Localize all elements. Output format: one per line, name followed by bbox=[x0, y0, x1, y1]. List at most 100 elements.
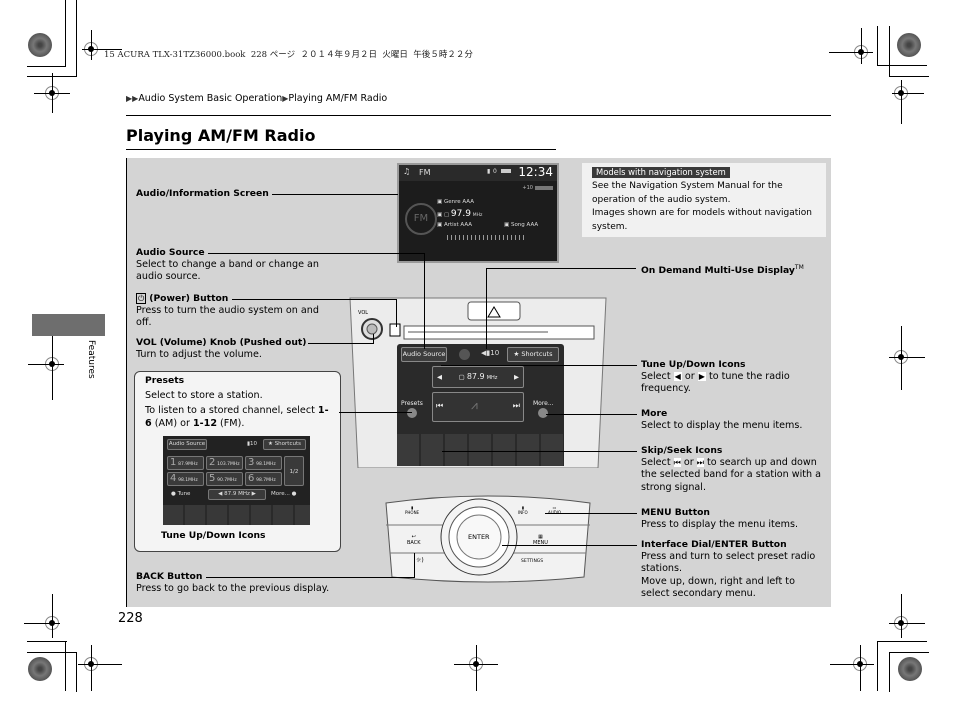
print-header-note: 15 ACURA TLX-31TZ36000.book 228 ページ ２０１４… bbox=[104, 50, 473, 60]
bluetooth-status-icon: ▮ bbox=[487, 168, 491, 175]
crop-mark bbox=[830, 664, 874, 665]
crop-mark bbox=[889, 623, 925, 624]
leader-line bbox=[272, 194, 398, 195]
leader-line bbox=[339, 412, 412, 413]
tuning-scale bbox=[447, 235, 525, 240]
tune-down-icon[interactable]: ◀ bbox=[437, 367, 442, 387]
breadcrumb-arrows: ▶▶ bbox=[126, 94, 139, 103]
battery-signal-icon bbox=[501, 169, 511, 173]
panel-left-border bbox=[126, 158, 127, 607]
frequency-value: ▢ 87.9 MHz bbox=[458, 372, 498, 381]
mini-preset-6: 6 98.7MHz bbox=[245, 472, 282, 486]
callout-desc: Select to change a band or change an aud… bbox=[136, 259, 319, 283]
side-tab[interactable] bbox=[32, 314, 105, 336]
title-rule bbox=[126, 149, 556, 150]
callout-skip-seek-icons: Skip/Seek Icons Select ⏮ or ⏭ to search … bbox=[641, 445, 826, 494]
info-screen-frequency: ▣ ▢ 97.9 MHz bbox=[437, 209, 483, 219]
callout-back-button: BACK Button Press to go back to the prev… bbox=[136, 571, 386, 595]
callout-desc: Turn to adjust the volume. bbox=[136, 349, 262, 360]
leader-line bbox=[486, 268, 636, 269]
back-button[interactable]: ↩ BACK bbox=[407, 534, 421, 546]
crop-mark bbox=[892, 93, 924, 94]
settings-button[interactable]: SETTINGS bbox=[521, 559, 543, 564]
on-demand-multi-use-display: Audio Source ◀▮10 ★ Shortcuts ◀ ▢ 87.9 M… bbox=[397, 344, 564, 466]
shortcuts-button[interactable]: ★ Shortcuts bbox=[507, 347, 559, 362]
page-number: 228 bbox=[118, 611, 143, 626]
info-screen-status-count: 0 bbox=[493, 168, 497, 175]
fm-logo-icon: FM bbox=[405, 203, 437, 235]
crop-mark bbox=[860, 645, 861, 691]
leader-line bbox=[441, 365, 515, 366]
crop-mark bbox=[76, 652, 77, 692]
voice-button[interactable]: ☼) bbox=[416, 557, 424, 564]
mini-page-indicator: 1/2 bbox=[284, 456, 304, 486]
callout-desc: Press to display the menu items. bbox=[641, 519, 799, 530]
presets-button[interactable]: Presets bbox=[401, 400, 423, 419]
more-button[interactable]: More... bbox=[533, 400, 554, 419]
callout-title: On Demand Multi-Use Display bbox=[641, 265, 795, 277]
info-screen-artist: ▣ Artist AAA bbox=[437, 222, 473, 228]
tune-down-inline-icon: ◀ bbox=[673, 372, 682, 381]
mini-shortcuts-button: ★ Shortcuts bbox=[263, 439, 306, 450]
callout-vol-knob: VOL (Volume) Knob (Pushed out) Turn to a… bbox=[136, 337, 336, 361]
mini-frequency: ◀ 87.9 MHz ▶ bbox=[208, 489, 266, 500]
crop-mark bbox=[889, 357, 925, 358]
crop-mark bbox=[889, 652, 929, 653]
callout-more: More Select to display the menu items. bbox=[641, 408, 821, 432]
skip-back-inline-icon: ⏮ bbox=[673, 458, 681, 467]
callout-audio-info-screen: Audio/Information Screen bbox=[136, 188, 269, 200]
audio-source-button[interactable]: Audio Source bbox=[401, 347, 447, 362]
enter-button[interactable]: ENTER bbox=[468, 533, 490, 541]
crop-mark bbox=[476, 645, 477, 691]
callout-title: VOL (Volume) Knob (Pushed out) bbox=[136, 337, 307, 348]
phone-button[interactable]: ▮ PHONE bbox=[405, 505, 419, 515]
info-button[interactable]: ▮ INFO bbox=[518, 505, 528, 515]
mini-preset-4: 4 98.1MHz bbox=[167, 472, 204, 486]
crop-mark bbox=[889, 652, 890, 692]
leader-line bbox=[414, 553, 415, 578]
tune-up-inline-icon: ▶ bbox=[697, 372, 706, 381]
skip-back-icon[interactable]: ⏮ bbox=[436, 401, 443, 411]
callout-desc: Select ◀ or ▶ to tune the radio frequenc… bbox=[641, 371, 790, 395]
mini-audio-source-button: Audio Source bbox=[167, 439, 207, 450]
volume-bar bbox=[535, 186, 553, 190]
navigation-note-text: See the Navigation System Manual for the… bbox=[592, 180, 822, 234]
callout-title: MENU Button bbox=[641, 507, 710, 518]
crop-mark bbox=[877, 26, 878, 66]
callout-desc-2: To listen to a stored channel, select 1-… bbox=[145, 405, 329, 429]
callout-desc: Select ⏮ or ⏭ to search up and down the … bbox=[641, 457, 822, 493]
crop-mark bbox=[889, 76, 929, 77]
info-screen-band: FM bbox=[419, 168, 431, 177]
callout-desc: Select to store a station. bbox=[145, 390, 263, 401]
callout-desc-2: Move up, down, right and left to select … bbox=[641, 575, 795, 600]
mini-more: More... ● bbox=[271, 491, 297, 497]
callout-desc: Press to go back to the previous display… bbox=[136, 583, 330, 594]
voice-icon bbox=[459, 349, 470, 360]
page-title: Playing AM/FM Radio bbox=[126, 126, 316, 145]
crop-mark bbox=[34, 93, 70, 94]
callout-title: Tune Up/Down Icons bbox=[641, 359, 746, 370]
leader-line bbox=[546, 414, 637, 415]
crop-mark bbox=[889, 26, 890, 76]
crop-mark bbox=[829, 52, 873, 53]
leader-line bbox=[545, 513, 637, 514]
callout-title: Skip/Seek Icons bbox=[641, 445, 723, 456]
seek-area: ⏮ ⩘ ⏭ bbox=[432, 392, 524, 422]
info-screen-genre: ▣ Genre AAA bbox=[437, 199, 474, 205]
skip-forward-icon[interactable]: ⏭ bbox=[513, 401, 520, 411]
callout-on-demand-display: On Demand Multi-Use DisplayTM bbox=[641, 264, 804, 277]
crop-mark bbox=[91, 645, 92, 691]
navigation-note-line2: Images shown are for models without navi… bbox=[592, 208, 812, 232]
breadcrumb-section-link[interactable]: Audio System Basic Operation bbox=[138, 93, 282, 104]
crop-mark bbox=[901, 594, 902, 638]
tune-up-icon[interactable]: ▶ bbox=[514, 367, 519, 387]
info-screen-clock: 12:34 bbox=[518, 165, 553, 179]
breadcrumb-current: Playing AM/FM Radio bbox=[288, 93, 388, 104]
registration-disc-top-right bbox=[897, 33, 921, 57]
mini-preset-3: 3 98.1MHz bbox=[245, 456, 282, 470]
callout-title: Interface Dial/ENTER Button bbox=[641, 539, 787, 550]
leader-line bbox=[515, 365, 637, 366]
crop-mark bbox=[27, 652, 77, 653]
callout-tune-icons: Tune Up/Down Icons Select ◀ or ▶ to tune… bbox=[641, 359, 821, 396]
antenna-icon: ⩘ bbox=[471, 398, 478, 412]
